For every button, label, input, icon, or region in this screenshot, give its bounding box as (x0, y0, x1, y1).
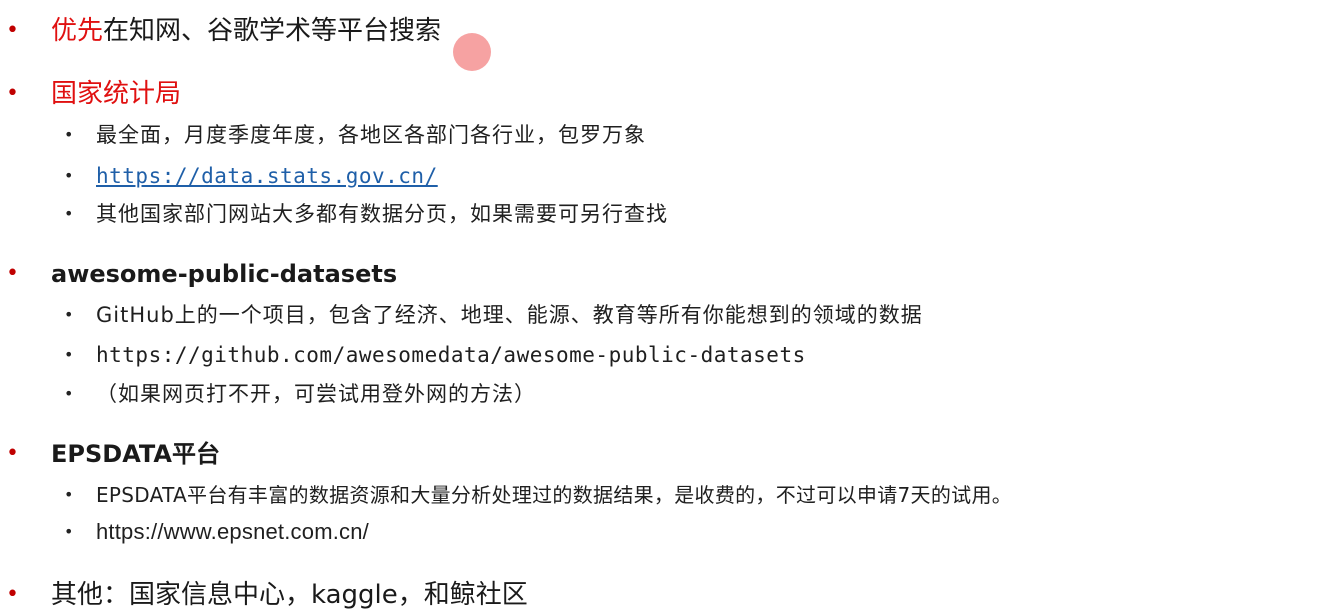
sub-bullet-marker: • (64, 345, 74, 364)
awesome-datasets-title: awesome-public-datasets (51, 260, 398, 288)
pointer-highlight (453, 33, 491, 71)
bullet-marker: • (6, 582, 19, 607)
stats-bureau-title: 国家统计局 (51, 79, 182, 109)
epsdata-title: EPSDATA平台 (51, 440, 220, 468)
awesome-datasets-url: https://github.com/awesomedata/awesome-p… (96, 343, 806, 367)
sub-bullet-marker: • (64, 522, 74, 541)
sub-bullet-marker: • (64, 485, 74, 504)
slide-content: • 优先在知网、谷歌学术等平台搜索 • 国家统计局 • 最全面，月度季度年度，各… (0, 0, 1331, 612)
bullet-text: 优先在知网、谷歌学术等平台搜索 (51, 11, 441, 51)
sub-bullet-marker: • (64, 204, 74, 223)
priority-highlight: 优先 (51, 16, 104, 46)
sub-bullet-marker: • (64, 384, 74, 403)
awesome-datasets-note: （如果网页打不开，可尝试用登外网的方法） (96, 382, 536, 406)
other-sources-text: 其他：国家信息中心，kaggle，和鲸社区 (51, 580, 528, 610)
sub-bullet-marker: • (64, 305, 74, 324)
bullet-marker: • (6, 18, 19, 43)
epsdata-url: https://www.epsnet.com.cn/ (96, 519, 369, 544)
bullet-marker: • (6, 81, 19, 106)
bullet-marker: • (6, 261, 19, 286)
search-platforms-text: 在知网、谷歌学术等平台搜索 (103, 16, 442, 46)
epsdata-description: EPSDATA平台有丰富的数据资源和大量分析处理过的数据结果，是收费的，不过可以… (96, 483, 1013, 507)
awesome-datasets-description: GitHub上的一个项目，包含了经济、地理、能源、教育等所有你能想到的领域的数据 (96, 303, 923, 327)
sub-bullet-marker: • (64, 166, 74, 185)
stats-bureau-link[interactable]: https://data.stats.gov.cn/ (96, 160, 438, 192)
sub-bullet-marker: • (64, 125, 74, 144)
stats-bureau-description: 最全面，月度季度年度，各地区各部门各行业，包罗万象 (96, 123, 646, 147)
bullet-marker: • (6, 441, 19, 466)
other-departments-note: 其他国家部门网站大多都有数据分页，如果需要可另行查找 (96, 202, 668, 226)
